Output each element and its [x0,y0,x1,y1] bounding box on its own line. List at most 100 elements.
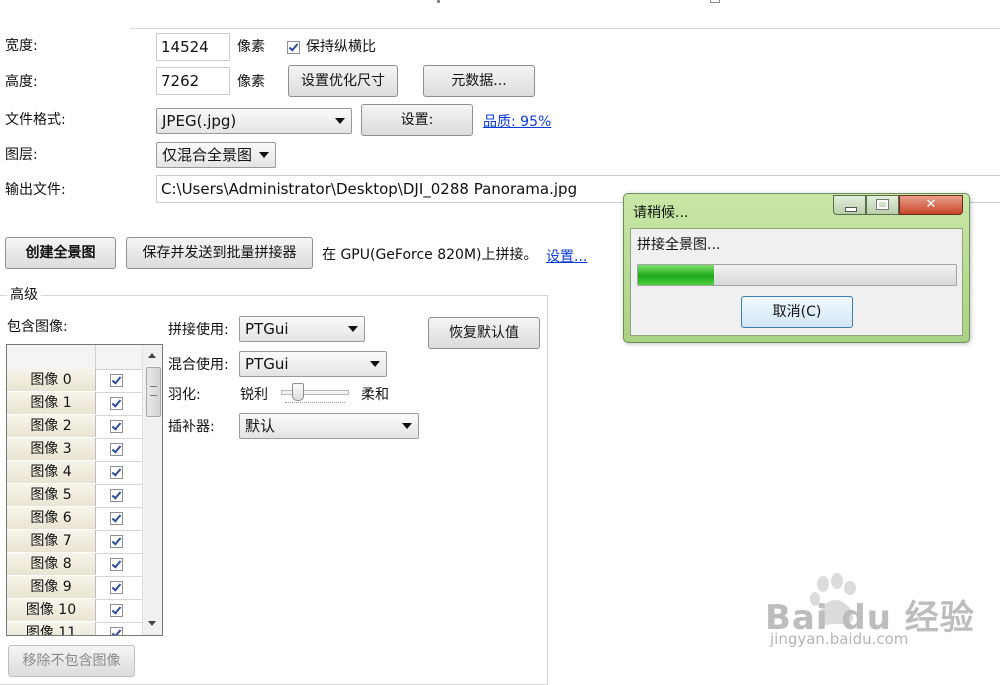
watermark-url: jingyan.baidu.com [770,630,909,648]
image-name-cell: 图像 10 [7,599,96,621]
feather-sharp-label: 锐利 [240,387,268,403]
vertical-scrollbar[interactable] [142,345,162,635]
image-name-cell: 图像 0 [7,369,96,391]
height-unit: 像素 [237,74,265,90]
scroll-up-icon[interactable] [148,353,156,358]
format-select-value: JPEG(.jpg) [162,112,237,130]
maximize-icon [876,199,889,210]
feather-soft-label: 柔和 [361,387,389,403]
image-name-cell: 图像 4 [7,461,96,483]
image-list-table[interactable]: 图像 0 图像 1 图像 2 图像 3 图像 4 图像 5 图像 6 图像 7 图像 8 图像 9… [6,344,163,636]
table-row[interactable]: 图像 5 [7,484,157,508]
progress-fill [638,265,714,285]
include-checkbox[interactable] [110,535,123,548]
format-settings-button[interactable]: 设置: [361,104,473,136]
minimize-button[interactable] [833,195,866,215]
scroll-thumb[interactable] [146,367,161,417]
include-checkbox[interactable] [110,512,123,525]
please-wait-dialog: 请稍候... ✕ 拼接全景图... 取消(C) [623,193,970,343]
width-unit: 像素 [237,39,265,55]
image-name-cell: 图像 7 [7,530,96,552]
scroll-down-icon[interactable] [148,621,156,626]
width-label: 宽度: [5,38,38,54]
include-checkbox[interactable] [110,443,123,456]
layer-select[interactable]: 仅混合全景图 [156,142,276,168]
table-row[interactable]: 图像 2 [7,415,157,439]
table-row[interactable]: 图像 6 [7,507,157,531]
close-button[interactable]: ✕ [899,195,963,215]
advanced-title: 高级 [7,286,41,304]
image-name-cell: 图像 1 [7,392,96,414]
save-send-batch-button[interactable]: 保存并发送到批量拼接器 [126,237,313,269]
dialog-message: 拼接全景图... [637,237,721,253]
quality-link[interactable]: 品质: 95% [483,111,551,131]
keep-aspect-checkbox[interactable] [287,39,300,55]
table-row[interactable]: 图像 11 [7,622,157,635]
header-divider [95,345,96,369]
include-checkbox[interactable] [110,466,123,479]
image-name-cell: 图像 5 [7,484,96,506]
include-checkbox[interactable] [110,420,123,433]
include-checkbox[interactable] [110,627,123,635]
table-row[interactable]: 图像 0 [7,369,157,393]
include-checkbox[interactable] [110,581,123,594]
chevron-down-icon [259,152,269,158]
table-row[interactable]: 图像 8 [7,553,157,577]
blend-using-label: 混合使用: [168,357,229,373]
layer-label: 图层: [5,147,38,163]
include-checkbox[interactable] [110,489,123,502]
image-name-cell: 图像 9 [7,576,96,598]
maximize-button[interactable] [866,195,899,215]
top-divider [130,28,1000,29]
stitch-using-value: PTGui [245,320,289,338]
top-edge-mark [710,0,720,3]
stitch-using-select[interactable]: PTGui [239,316,365,342]
interpolator-select[interactable]: 默认 [239,413,419,439]
restore-defaults-button[interactable]: 恢复默认值 [428,317,540,349]
dialog-title: 请稍候... [633,205,689,221]
table-row[interactable]: 图像 4 [7,461,157,485]
gpu-settings-link[interactable]: 设置... [546,246,587,266]
height-field[interactable]: 7262 [156,67,230,95]
table-row[interactable]: 图像 10 [7,599,157,623]
include-checkbox[interactable] [110,397,123,410]
dialog-body: 拼接全景图... 取消(C) [630,228,963,336]
slider-ticks [285,402,345,404]
include-checkbox[interactable] [110,604,123,617]
table-body: 图像 0 图像 1 图像 2 图像 3 图像 4 图像 5 图像 6 图像 7 图像 8 图像 9… [7,369,157,635]
blend-using-select[interactable]: PTGui [239,351,387,377]
image-name-cell: 图像 11 [7,622,96,635]
feather-slider[interactable] [281,382,349,408]
create-panorama-button[interactable]: 创建全景图 [5,237,116,269]
top-edge-mark [437,0,440,3]
gpu-info-text: 在 GPU(GeForce 820M)上拼接。 [322,247,538,263]
include-checkbox[interactable] [110,374,123,387]
height-label: 高度: [5,74,38,90]
include-images-label: 包含图像: [7,319,68,335]
table-row[interactable]: 图像 3 [7,438,157,462]
table-row[interactable]: 图像 1 [7,392,157,416]
progress-bar [637,264,957,286]
blend-using-value: PTGui [245,355,289,373]
table-row[interactable]: 图像 7 [7,530,157,554]
format-select[interactable]: JPEG(.jpg) [156,108,352,134]
optimize-size-button[interactable]: 设置优化尺寸 [288,65,398,97]
remove-excluded-button[interactable]: 移除不包含图像 [8,645,135,677]
output-label: 输出文件: [5,182,66,198]
chevron-down-icon [335,118,345,124]
format-label: 文件格式: [5,112,66,128]
slider-thumb[interactable] [292,383,304,401]
layer-select-value: 仅混合全景图 [162,146,253,164]
keep-aspect-label: 保持纵横比 [306,39,376,55]
width-field[interactable]: 14524 [156,33,230,61]
table-header [7,345,142,370]
metadata-button[interactable]: 元数据... [423,65,535,97]
check-icon [287,40,300,54]
chevron-down-icon [402,423,412,429]
image-name-cell: 图像 3 [7,438,96,460]
cancel-button[interactable]: 取消(C) [741,296,853,328]
table-row[interactable]: 图像 9 [7,576,157,600]
include-checkbox[interactable] [110,558,123,571]
grip-icon [150,386,157,396]
chevron-down-icon [370,361,380,367]
